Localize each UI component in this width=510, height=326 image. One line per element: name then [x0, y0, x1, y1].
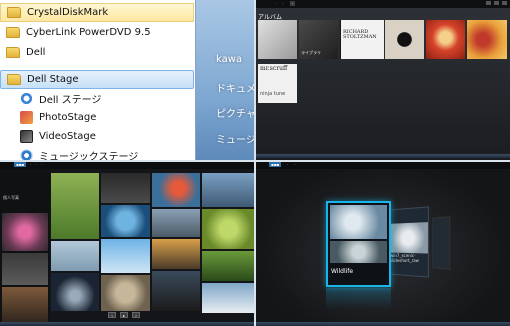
menu-item-crystaldiskmark[interactable]: CrystalDiskMark	[0, 3, 194, 22]
album-tile[interactable]	[467, 20, 507, 59]
card-thumbnail	[389, 222, 428, 254]
window-controls	[486, 1, 507, 5]
app-title-bar: ▪▪▪ · ·	[255, 161, 510, 169]
album-tile[interactable]	[426, 20, 465, 59]
photo-thumb[interactable]	[2, 213, 48, 251]
previous-icon[interactable]: ‹	[108, 312, 116, 318]
photo-controls: ‹ ▸ ›	[108, 312, 140, 318]
photo-thumb[interactable]	[101, 275, 150, 311]
tab-item[interactable]: ·	[282, 1, 283, 6]
photo-thumb[interactable]	[51, 173, 99, 239]
photo-thumb[interactable]	[2, 287, 48, 324]
album-view-pane: · · · アルバム ライブラリ RICHARD STOLTZMAN mr.sc…	[255, 0, 510, 161]
photo-thumb[interactable]	[202, 209, 255, 249]
menu-item-dell-stage[interactable]: Dell Stage	[0, 70, 194, 89]
videostage-icon	[20, 130, 33, 143]
next-icon[interactable]: ›	[132, 312, 140, 318]
album-card[interactable]	[432, 216, 451, 270]
album-tile[interactable]	[258, 20, 297, 59]
tab-item[interactable]: ·	[30, 162, 31, 167]
documents-link[interactable]: ドキュメ	[216, 80, 255, 95]
menu-item-label: Dell ステージ	[39, 95, 102, 106]
back-card-label: win7_scenic- slideshort_raw	[390, 253, 419, 263]
divider	[254, 0, 256, 326]
app-title-bar: · · ·	[255, 0, 510, 8]
photo-thumb[interactable]	[152, 173, 200, 207]
album-tile[interactable]: mr.scruff ninja tune	[258, 64, 297, 103]
tab-active[interactable]: ▪▪▪	[14, 162, 27, 167]
photo-thumb[interactable]	[202, 251, 255, 281]
app-title-bar: ▪▪▪ · · ·	[0, 161, 255, 169]
view-tabs: ▪▪▪ · ·	[269, 162, 296, 167]
album-title-art: mr.scruff	[260, 65, 288, 72]
card-reflection	[326, 288, 391, 310]
pictures-link[interactable]: ピクチャ	[216, 105, 255, 120]
menu-item-photostage[interactable]: PhotoStage	[0, 108, 194, 127]
card-thumbnail	[330, 205, 387, 239]
photo-thumb[interactable]	[202, 283, 255, 313]
photo-thumb[interactable]	[51, 273, 99, 311]
photostage-icon	[20, 111, 33, 124]
user-folder-link[interactable]: kawa	[216, 54, 242, 65]
tab-item[interactable]: ·	[35, 162, 36, 167]
minimize-icon[interactable]	[486, 1, 491, 5]
album-tile[interactable]	[385, 20, 424, 59]
label-line: slideshort_raw	[390, 258, 419, 264]
album-subtitle-art: ninja tune	[260, 91, 286, 97]
photo-grid-pane: ▪▪▪ · · · 個人写真 ‹ ▸ ›	[0, 161, 255, 326]
album-card-label: Wildlife	[331, 268, 354, 275]
album-title-art: RICHARD STOLTZMAN	[343, 29, 377, 40]
photo-thumb[interactable]	[51, 241, 99, 271]
all-programs-list: CrystalDiskMark CyberLink PowerDVD 9.5 D…	[0, 0, 196, 161]
folder-open-icon	[7, 74, 21, 85]
tab-item[interactable]: ·	[41, 162, 42, 167]
menu-item-videostage[interactable]: VideoStage	[0, 127, 194, 146]
music-link[interactable]: ミュージ	[216, 131, 255, 146]
photo-thumb[interactable]	[152, 271, 200, 311]
view-tabs: ▪▪▪ · · ·	[14, 162, 42, 167]
album-tile[interactable]: RICHARD STOLTZMAN	[341, 20, 384, 59]
photo-thumb[interactable]	[152, 239, 200, 269]
photo-thumb[interactable]	[101, 239, 150, 273]
menu-item-label: VideoStage	[39, 131, 96, 142]
album-tile[interactable]: ライブラリ	[299, 20, 338, 59]
taskbar	[255, 154, 510, 158]
photo-thumb[interactable]	[202, 173, 255, 207]
photo-thumb[interactable]	[2, 253, 48, 285]
menu-item-music-stage[interactable]: ミュージックステージ	[0, 146, 194, 161]
photo-thumb[interactable]	[101, 205, 150, 237]
close-icon[interactable]	[502, 1, 507, 5]
menu-item-label: CrystalDiskMark	[27, 7, 109, 18]
menu-item-dell-stage-app[interactable]: Dell ステージ	[0, 89, 194, 108]
album-card-selected[interactable]: Wildlife	[326, 201, 391, 287]
menu-item-label: PhotoStage	[39, 112, 97, 123]
view-tabs: · · ·	[275, 1, 295, 6]
folder-icon	[7, 7, 21, 18]
menu-item-label: CyberLink PowerDVD 9.5	[26, 27, 151, 38]
photo-thumb[interactable]	[152, 209, 200, 237]
sidebar-title: 個人写真	[3, 195, 19, 200]
menu-item-dell[interactable]: Dell	[0, 43, 194, 62]
slideshow-icon[interactable]: ▸	[120, 312, 128, 318]
tab-active[interactable]: ▪▪▪	[269, 162, 282, 167]
menu-item-label: Dell Stage	[27, 74, 79, 85]
carousel-pane: ▪▪▪ · · win7_scenic- slideshort_raw Wild…	[255, 161, 510, 326]
divider	[0, 160, 510, 162]
dell-stage-icon	[20, 92, 33, 105]
folder-icon	[6, 47, 20, 58]
menu-item-powerdvd[interactable]: CyberLink PowerDVD 9.5	[0, 23, 194, 42]
photo-thumb[interactable]	[101, 173, 150, 203]
album-caption: ライブラリ	[301, 50, 321, 55]
folder-icon	[6, 27, 20, 38]
card-thumbnail	[330, 241, 387, 263]
menu-item-label: Dell	[26, 47, 46, 58]
start-menu-pane: CrystalDiskMark CyberLink PowerDVD 9.5 D…	[0, 0, 255, 161]
album-card[interactable]	[388, 206, 429, 278]
tab-active[interactable]: ·	[289, 1, 295, 6]
tab-item[interactable]: ·	[275, 1, 276, 6]
tab-item[interactable]: ·	[287, 162, 288, 167]
maximize-icon[interactable]	[494, 1, 499, 5]
tab-item[interactable]: ·	[294, 162, 295, 167]
photo-sidebar: 個人写真	[0, 169, 50, 326]
